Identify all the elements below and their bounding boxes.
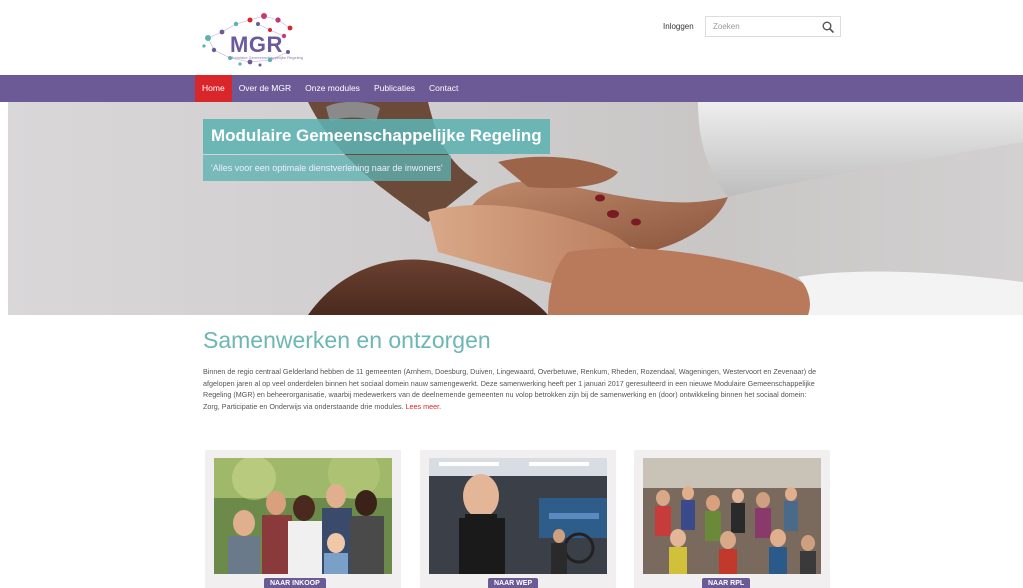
card-image-group-photo	[214, 458, 392, 574]
module-card-rpl[interactable]: NAAR RPL	[634, 450, 830, 588]
nav-item-publicaties[interactable]: Publicaties	[367, 75, 422, 102]
nav-item-contact[interactable]: Contact	[422, 75, 465, 102]
hero-banner: Modulaire Gemeenschappelijke Regeling 'A…	[8, 102, 1023, 315]
naar-inkoop-button[interactable]: NAAR INKOOP	[264, 578, 326, 588]
search-icon[interactable]	[821, 20, 835, 34]
naar-rpl-button[interactable]: NAAR RPL	[702, 578, 751, 588]
module-card-inkoop[interactable]: NAAR INKOOP	[205, 450, 401, 588]
card-image-workshop-man	[429, 458, 607, 574]
nav-item-over-de-mgr[interactable]: Over de MGR	[232, 75, 298, 102]
search-box	[705, 16, 841, 37]
logo-subtext: Modulaire Gemeenschappelijke Regeling	[230, 55, 303, 60]
search-input[interactable]	[706, 17, 816, 36]
read-more-link[interactable]: Lees meer.	[406, 402, 442, 411]
nav-item-home[interactable]: Home	[195, 75, 232, 102]
card-image-school-crowd	[643, 458, 821, 574]
mgr-logo[interactable]: MGR Modulaire Gemeenschappelijke Regelin…	[200, 10, 303, 68]
intro-text: Binnen de regio centraal Gelderland hebb…	[203, 367, 817, 412]
page-title: Samenwerken en ontzorgen	[203, 327, 491, 353]
main-navigation: Home Over de MGR Onze modules Publicatie…	[0, 75, 1023, 102]
hero-subtitle: 'Alles voor een optimale dienstverlening…	[203, 155, 451, 181]
naar-wep-button[interactable]: NAAR WEP	[488, 578, 539, 588]
module-card-wep[interactable]: NAAR WEP	[420, 450, 616, 588]
login-link[interactable]: Inloggen	[663, 22, 694, 31]
nav-item-onze-modules[interactable]: Onze modules	[298, 75, 367, 102]
site-header: MGR Modulaire Gemeenschappelijke Regelin…	[0, 0, 1023, 75]
nav-list: Home Over de MGR Onze modules Publicatie…	[195, 75, 465, 102]
intro-paragraph: Binnen de regio centraal Gelderland hebb…	[203, 366, 823, 413]
hero-title: Modulaire Gemeenschappelijke Regeling	[203, 119, 550, 154]
